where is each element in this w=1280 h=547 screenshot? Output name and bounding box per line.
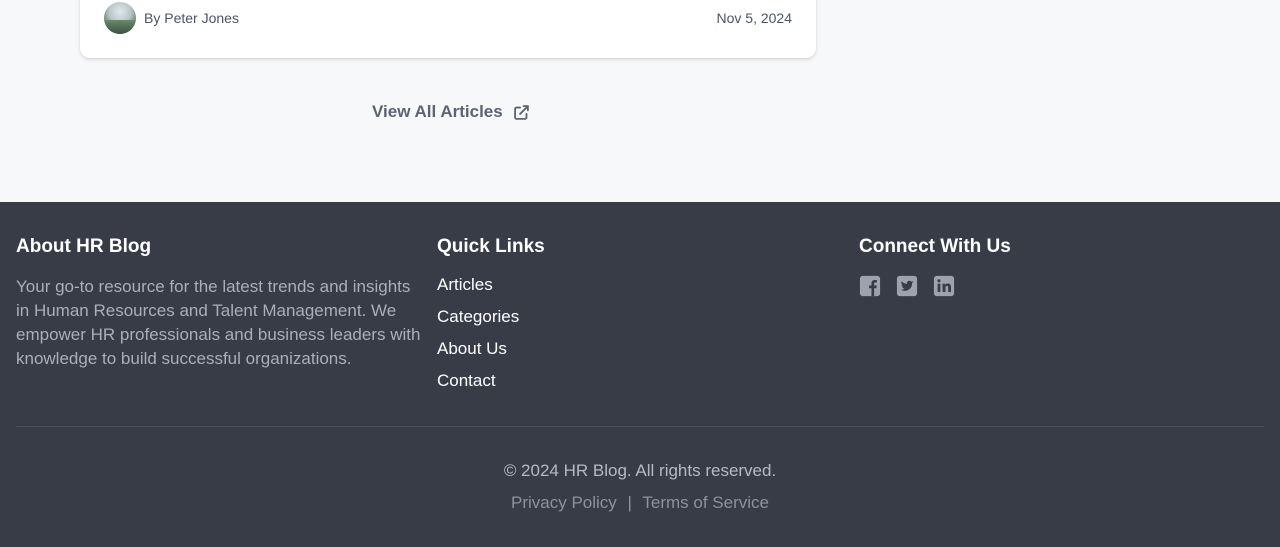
external-link-icon: [513, 104, 529, 120]
copyright-text: © 2024 HR Blog. All rights reserved.: [503, 461, 777, 480]
site-footer: About HR Blog Your go-to resource for th…: [0, 202, 1280, 547]
footer-divider: [16, 426, 1264, 427]
connect-section: Connect With Us: [859, 236, 1259, 298]
view-all-articles-link[interactable]: View All Articles: [372, 102, 530, 122]
view-all-label: View All Articles: [372, 102, 503, 121]
legal-links: Privacy Policy | Terms of Service: [0, 493, 1280, 513]
facebook-icon[interactable]: [859, 275, 882, 298]
article-card: By Peter Jones Nov 5, 2024: [80, 0, 816, 58]
connect-title: Connect With Us: [859, 236, 1011, 257]
about-text: Your go-to resource for the latest trend…: [16, 277, 421, 368]
about-title: About HR Blog: [16, 236, 152, 257]
about-section: About HR Blog Your go-to resource for th…: [16, 236, 426, 371]
legal-separator: |: [627, 493, 632, 512]
quick-links-section: Quick Links Articles Categories About Us…: [437, 236, 837, 403]
quick-links-title: Quick Links: [437, 236, 545, 257]
avatar: [104, 2, 136, 34]
article-author: By Peter Jones: [104, 2, 239, 34]
linkedin-icon[interactable]: [933, 275, 956, 298]
footer-link-contact[interactable]: Contact: [437, 371, 837, 391]
privacy-policy-link[interactable]: Privacy Policy: [511, 493, 617, 512]
article-date: Nov 5, 2024: [716, 10, 793, 26]
terms-of-service-link[interactable]: Terms of Service: [642, 493, 769, 512]
footer-link-articles[interactable]: Articles: [437, 275, 837, 295]
footer-link-about-us[interactable]: About Us: [437, 339, 837, 359]
author-name: By Peter Jones: [144, 10, 239, 26]
twitter-icon[interactable]: [896, 275, 919, 298]
social-links: [859, 275, 1259, 298]
footer-link-categories[interactable]: Categories: [437, 307, 837, 327]
